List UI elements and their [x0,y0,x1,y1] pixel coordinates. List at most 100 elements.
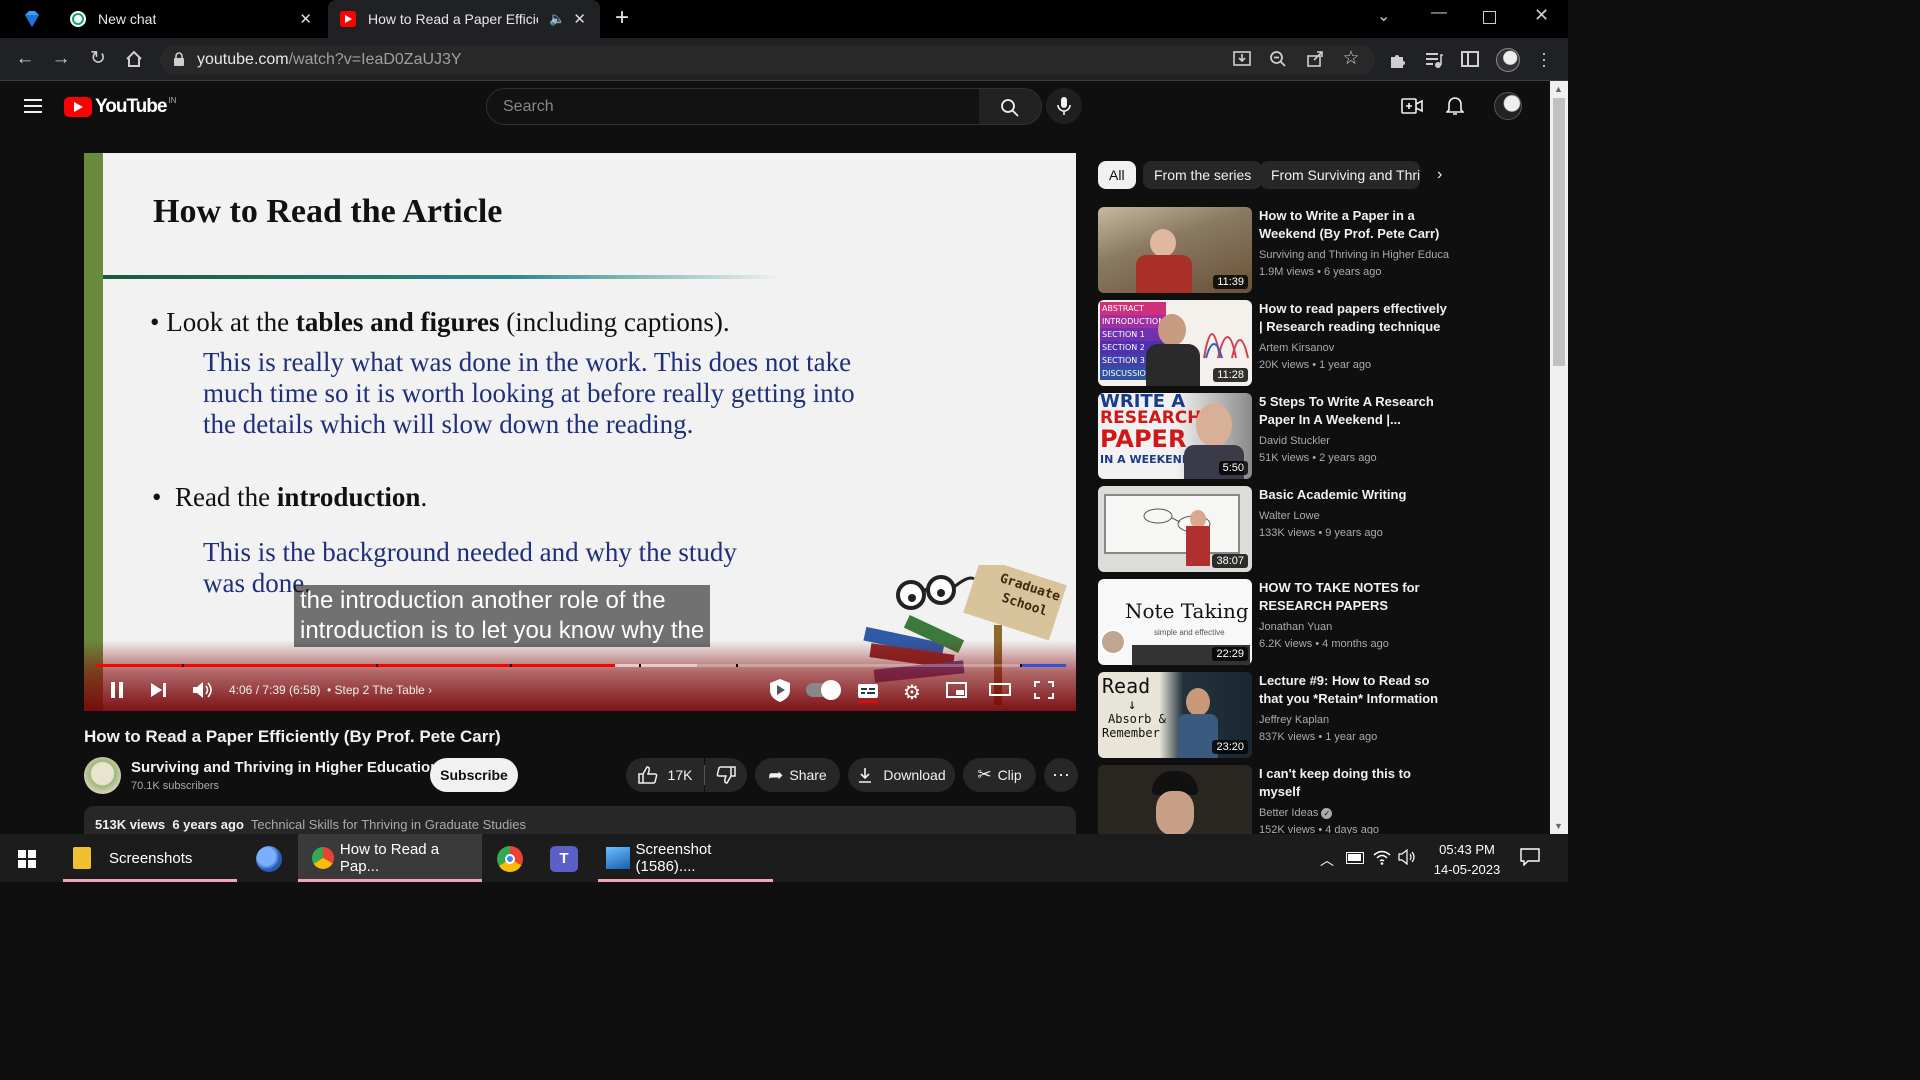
voice-search-button[interactable] [1046,88,1082,124]
recommended-channel[interactable]: Better Ideas ✓ [1259,807,1449,819]
url-text[interactable]: youtube.com/watch?v=IeaD0ZaUJ3Y [197,51,462,69]
forward-arrow-icon[interactable]: → [50,48,72,70]
clip-button[interactable]: ✂ Clip [963,758,1036,792]
restore-icon[interactable] [1483,11,1496,24]
video-thumbnail[interactable] [1098,765,1252,834]
install-app-icon[interactable] [1232,50,1252,73]
recommended-title[interactable]: How to read papers effectively | Researc… [1259,300,1449,336]
taskbar-teams-icon[interactable]: T [550,846,578,872]
scroll-down-arrow-icon[interactable]: ▼ [1554,821,1563,831]
recommended-title[interactable]: I can't keep doing this to myself [1259,765,1449,801]
download-button[interactable]: Download [848,758,955,792]
new-tab-button[interactable]: + [615,4,629,32]
recommended-channel[interactable]: Jeffrey Kaplan [1259,714,1449,726]
youtube-logo[interactable]: YouTube IN [64,96,176,118]
minimize-icon[interactable]: — [1431,4,1447,22]
theater-mode-icon[interactable] [989,683,1011,696]
recommended-title[interactable]: Basic Academic Writing [1259,486,1449,504]
bookmark-star-icon[interactable]: ☆ [1340,48,1362,70]
notifications-icon[interactable] [1520,848,1540,871]
tab-list-chevron-icon[interactable]: ⌄ [1377,6,1390,26]
tab-new-chat[interactable]: New chat ✕ [58,0,326,38]
channel-name[interactable]: Surviving and Thriving in Higher Educati… [131,759,439,776]
profile-avatar[interactable] [1496,48,1520,72]
chip-from-channel[interactable]: From Surviving and Thriv [1260,161,1420,189]
side-panel-icon[interactable] [1461,51,1479,67]
share-button[interactable]: ➦ Share [755,758,840,792]
back-arrow-icon[interactable]: ← [14,48,36,70]
video-thumbnail[interactable]: WRITE A RESEARCH PAPER IN A WEEKEND 5:50 [1098,393,1252,479]
video-thumbnail[interactable]: ABSTRACT INTRODUCTION SECTION 1 SECTION … [1098,300,1252,386]
recommended-video[interactable]: 11:39 How to Write a Paper in a Weekend … [1098,207,1538,295]
lock-icon[interactable] [173,52,185,72]
more-menu-icon[interactable]: · · · [1541,44,1547,74]
taskbar-thunderbird-icon[interactable] [256,846,282,872]
volume-button[interactable] [192,681,214,704]
recommended-video[interactable]: 38:07 Basic Academic Writing Walter Lowe… [1098,486,1538,574]
taskbar-file-explorer[interactable]: Screenshots [63,834,237,882]
sponsorblock-icon[interactable] [767,677,793,708]
recommended-video[interactable]: I can't keep doing this to myself Better… [1098,765,1538,834]
taskbar-photos-window[interactable]: Screenshot (1586).... [598,834,773,882]
autoplay-toggle[interactable] [806,680,841,700]
taskbar-chrome-icon[interactable] [497,846,523,872]
close-tab-icon[interactable]: ✕ [573,10,586,28]
video-thumbnail[interactable]: Read ↓ Absorb & Remember 23:20 [1098,672,1252,758]
pause-button[interactable] [108,681,126,704]
recommended-title[interactable]: HOW TO TAKE NOTES for RESEARCH PAPERS [1259,579,1449,615]
miniplayer-icon[interactable] [946,682,967,698]
home-icon[interactable] [124,49,144,74]
video-thumbnail[interactable]: 11:39 [1098,207,1252,293]
close-window-icon[interactable]: ✕ [1534,5,1549,26]
battery-icon[interactable] [1346,852,1364,864]
recommended-video[interactable]: WRITE A RESEARCH PAPER IN A WEEKEND 5:50… [1098,393,1538,481]
zoom-icon[interactable] [1269,50,1287,73]
taskbar-chrome-window[interactable]: How to Read a Pap... [298,834,482,882]
recommended-channel[interactable]: Surviving and Thriving in Higher Educa..… [1259,249,1449,261]
subscribe-button[interactable]: Subscribe [430,758,518,792]
windows-start-icon[interactable] [18,850,36,873]
close-tab-icon[interactable]: ✕ [299,10,312,28]
recommended-video[interactable]: ABSTRACT INTRODUCTION SECTION 1 SECTION … [1098,300,1538,388]
video-thumbnail[interactable]: Note Taking simple and effective 22:29 [1098,579,1252,665]
tray-overflow-chevron-icon[interactable]: ︿ [1320,850,1334,870]
wifi-icon[interactable] [1373,849,1391,870]
tab-youtube-video[interactable]: How to Read a Paper Efficien 🔈 ✕ [328,0,600,38]
chip-from-the-series[interactable]: From the series [1143,161,1263,189]
hamburger-menu-icon[interactable] [24,99,42,118]
like-button[interactable]: 17K [626,758,704,792]
create-video-icon[interactable] [1401,97,1423,120]
recommended-channel[interactable]: Jonathan Yuan [1259,621,1449,633]
settings-gear-icon[interactable]: ⚙ [903,680,921,705]
recommended-channel[interactable]: Artem Kirsanov [1259,342,1449,354]
recommended-title[interactable]: How to Write a Paper in a Weekend (By Pr… [1259,207,1449,243]
speaker-icon[interactable]: 🔈 [549,11,565,27]
recommended-title[interactable]: Lecture #9: How to Read so that you *Ret… [1259,672,1449,708]
recommended-channel[interactable]: Walter Lowe [1259,510,1449,522]
share-page-icon[interactable] [1306,50,1324,73]
chapter-title[interactable]: • Step 2 The Table › [327,683,432,697]
account-avatar[interactable] [1494,92,1522,120]
search-button[interactable] [979,88,1042,125]
video-thumbnail[interactable]: 38:07 [1098,486,1252,572]
channel-avatar[interactable] [84,757,121,794]
recommended-channel[interactable]: David Stuckler [1259,435,1449,447]
progress-bar[interactable] [96,664,1066,667]
notifications-bell-icon[interactable] [1445,96,1465,121]
dislike-button[interactable] [705,758,747,792]
subtitles-button[interactable] [857,682,879,709]
clock[interactable]: 05:43 PM 14-05-2023 [1428,840,1506,880]
tab-search-icon[interactable] [22,9,42,29]
extensions-puzzle-icon[interactable] [1388,50,1408,75]
search-input[interactable]: Search [486,88,980,125]
more-actions-button[interactable]: ⋯ [1044,758,1078,792]
media-queue-icon[interactable] [1424,51,1444,74]
speaker-volume-icon[interactable] [1398,848,1416,870]
scrollbar-thumb[interactable] [1553,98,1565,366]
reload-icon[interactable]: ↻ [87,48,109,70]
chips-next-chevron-icon[interactable]: › [1437,166,1442,184]
next-video-button[interactable] [150,682,168,703]
fullscreen-icon[interactable] [1034,681,1054,704]
chip-all[interactable]: All [1098,161,1136,189]
recommended-title[interactable]: 5 Steps To Write A Research Paper In A W… [1259,393,1449,429]
